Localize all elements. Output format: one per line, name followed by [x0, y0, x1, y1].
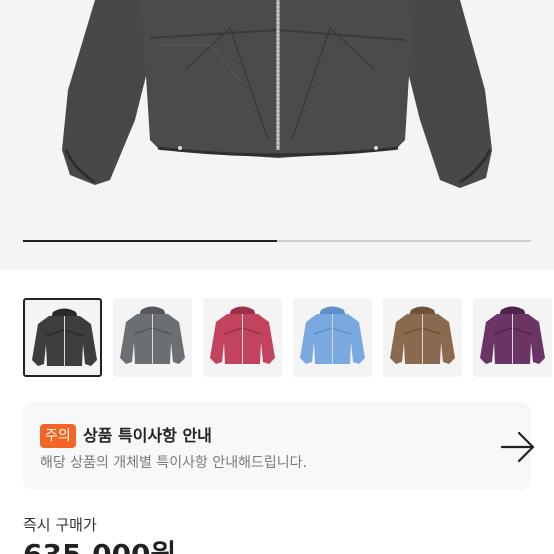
jacket-thumbnail-image: [390, 306, 455, 364]
gallery-progress-fill: [23, 240, 277, 242]
notice-title: 상품 특이사항 안내: [83, 426, 212, 445]
arrow-right-icon[interactable]: [499, 430, 537, 464]
price-label: 즉시 구매가: [23, 516, 97, 534]
jacket-thumbnail-image: [210, 306, 275, 364]
color-thumbnail-list: [0, 298, 554, 378]
notice-banner[interactable]: 주의 상품 특이사항 안내 해당 상품의 개체별 특이사항 안내해드립니다.: [23, 402, 535, 490]
thumbnail-brown[interactable]: [383, 298, 462, 377]
notice-subtitle: 해당 상품의 개체별 특이사항 안내해드립니다.: [40, 455, 307, 471]
jacket-thumbnail-image: [480, 306, 545, 364]
thumbnail-pink[interactable]: [203, 298, 282, 377]
caution-badge: 주의: [40, 424, 76, 448]
jacket-thumbnail-image: [300, 306, 365, 364]
thumbnail-grey[interactable]: [113, 298, 192, 377]
thumbnail-charcoal[interactable]: [23, 298, 102, 377]
jacket-thumbnail-image: [120, 306, 185, 364]
product-image-gallery[interactable]: [0, 0, 554, 270]
gallery-progress-bar: [23, 240, 531, 242]
thumbnail-purple[interactable]: [473, 298, 552, 377]
price-value: 635,000원: [23, 538, 176, 554]
jacket-image: [62, 0, 492, 188]
thumbnail-blue[interactable]: [293, 298, 372, 377]
jacket-thumbnail-image: [32, 308, 97, 366]
